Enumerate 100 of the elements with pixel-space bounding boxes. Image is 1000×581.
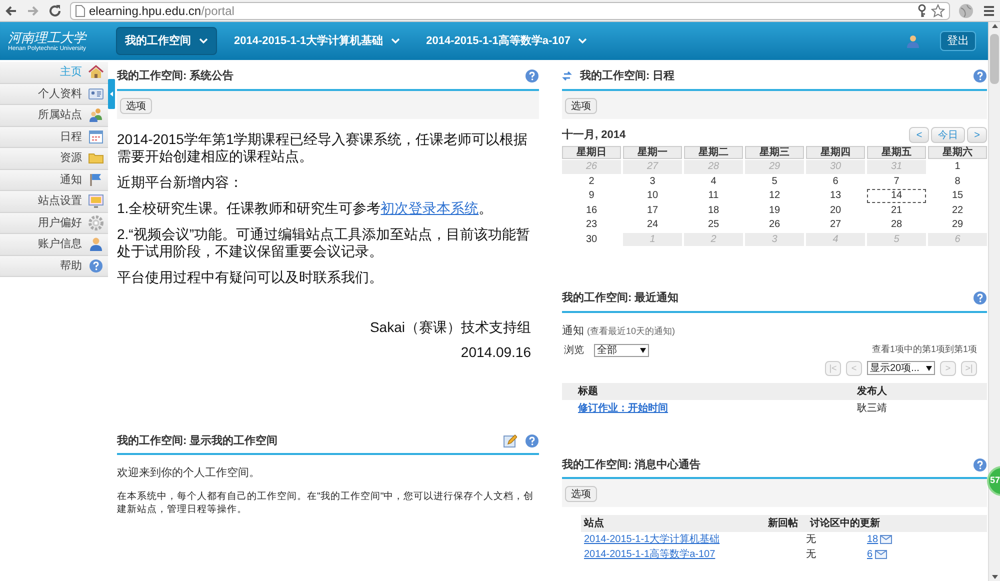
notice-link[interactable]: 修订作业：开始时间 <box>578 402 668 414</box>
calendar-day[interactable]: 8 <box>928 174 987 188</box>
sidebar-item[interactable]: 站点设置 <box>0 191 108 212</box>
sidebar-item[interactable]: 日程 <box>0 126 108 148</box>
calendar-day[interactable]: 27 <box>806 218 865 232</box>
column-header: 讨论区中的更新 <box>808 516 880 531</box>
calendar-day[interactable]: 13 <box>806 189 865 202</box>
sidebar-item[interactable]: 帮助 <box>0 256 108 277</box>
collapse-tab-icon[interactable] <box>108 79 115 109</box>
calendar-day[interactable]: 9 <box>562 189 621 202</box>
weekday-header: 星期一 <box>623 146 682 159</box>
calendar-day[interactable]: 20 <box>806 204 865 217</box>
sidebar-item[interactable]: 账户信息 <box>0 234 108 256</box>
calendar-day[interactable]: 24 <box>623 218 682 232</box>
calendar-day[interactable]: 15 <box>928 189 987 202</box>
address-bar[interactable]: elearning.hpu.edu.cn/portal <box>70 2 950 20</box>
panel-title: 我的工作空间: 消息中心通告 <box>562 458 701 472</box>
options-button[interactable]: 选项 <box>565 98 597 114</box>
calendar-day[interactable]: 25 <box>684 218 743 232</box>
calendar-day[interactable]: 21 <box>867 204 926 217</box>
site-link[interactable]: 2014-2015-1-1大学计算机基础 <box>584 534 720 545</box>
calendar-day[interactable]: 6 <box>806 174 865 188</box>
panel-title: 我的工作空间: 最近通知 <box>562 290 679 306</box>
scrollbar-thumb[interactable] <box>990 34 999 84</box>
weekday-header: 星期六 <box>928 146 987 159</box>
options-button[interactable]: 选项 <box>565 486 597 502</box>
column-header: 站点 <box>582 516 605 531</box>
user-icon[interactable] <box>906 34 920 48</box>
refresh-icon[interactable] <box>562 70 572 82</box>
sidebar-item[interactable]: 用户偏好 <box>0 212 108 234</box>
help-icon[interactable] <box>525 69 539 84</box>
sidebar-item[interactable]: 个人资料 <box>0 84 108 105</box>
dropdown-icon <box>640 348 646 353</box>
forward-icon[interactable] <box>26 4 40 18</box>
site-link[interactable]: 2014-2015-1-1高等数学a-107 <box>584 549 716 560</box>
calendar-day[interactable]: 11 <box>684 189 743 202</box>
calendar-day[interactable]: 26 <box>745 218 804 232</box>
weekday-header: 星期五 <box>867 146 926 159</box>
gear-icon <box>88 214 104 231</box>
reload-icon[interactable] <box>48 4 62 18</box>
help-icon[interactable] <box>973 291 987 306</box>
key-icon[interactable] <box>917 4 927 18</box>
sidebar-item[interactable]: 通知 <box>0 170 108 191</box>
logout-button[interactable]: 登出 <box>940 31 976 51</box>
calendar-day[interactable]: 5 <box>745 174 804 188</box>
month-label: 十一月, 2014 <box>562 128 626 142</box>
calendar-day[interactable]: 10 <box>623 189 682 202</box>
globe-icon[interactable] <box>958 2 974 18</box>
paragraph: 平台使用过程中有疑问可以及时联系我们。 <box>117 268 384 286</box>
calendar-day[interactable]: 7 <box>867 174 926 188</box>
panel-title: 我的工作空间: 日程 <box>580 68 675 84</box>
sidebar-item[interactable]: 所属站点 <box>0 105 108 126</box>
calendar-day[interactable]: 1 <box>928 160 987 174</box>
scroll-down-icon[interactable] <box>990 573 998 581</box>
nav-tab[interactable]: 我的工作空间 <box>116 27 217 55</box>
calendar-day[interactable]: 2 <box>562 174 621 188</box>
calendar-day[interactable]: 4 <box>684 174 743 188</box>
column-header: 标题 <box>576 384 599 398</box>
menu-icon[interactable] <box>982 4 996 18</box>
table-cell-text: 无 <box>805 548 817 562</box>
calendar-day[interactable]: 28 <box>867 218 926 232</box>
help-icon[interactable] <box>525 434 539 448</box>
calendar-day[interactable]: 17 <box>623 204 682 217</box>
column-header: 新回帖 <box>767 516 798 531</box>
table-cell-text: 耿三靖 <box>857 402 887 416</box>
flag-icon <box>88 172 104 188</box>
help-icon[interactable] <box>973 69 987 84</box>
people-icon <box>88 107 104 124</box>
star-icon[interactable] <box>931 4 945 18</box>
mail-icon[interactable] <box>874 550 887 559</box>
edit-icon[interactable] <box>503 434 517 448</box>
calendar-icon <box>88 128 104 145</box>
id-card-icon <box>88 86 104 102</box>
calendar-day[interactable]: 29 <box>928 218 987 232</box>
date-text: 2014.09.16 <box>460 344 531 360</box>
link[interactable]: 初次登录本系统 <box>380 200 479 216</box>
calendar-day[interactable]: 30 <box>562 232 621 246</box>
scrollbar[interactable] <box>988 22 1000 581</box>
panel-title: 我的工作空间: 显示我的工作空间 <box>117 434 278 448</box>
calendar-day[interactable]: 3 <box>623 174 682 188</box>
updates-link[interactable]: 6 <box>867 547 873 562</box>
calendar-day[interactable]: 19 <box>745 204 804 217</box>
nav-tab[interactable]: 2014-2015-1-1高等数学a-107 <box>417 27 596 55</box>
back-icon[interactable] <box>4 4 18 18</box>
chevron-down-icon <box>578 38 588 44</box>
options-button[interactable]: 选项 <box>120 98 152 114</box>
help-icon[interactable] <box>973 458 987 472</box>
paging-text: 查看1项中的第1项到第1项 <box>872 343 977 356</box>
calendar-day[interactable]: 12 <box>745 189 804 202</box>
calendar-day[interactable]: 14 <box>867 189 926 202</box>
calendar-day[interactable]: 23 <box>562 218 621 232</box>
nav-tab[interactable]: 2014-2015-1-1大学计算机基础 <box>225 27 410 55</box>
calendar-day[interactable]: 16 <box>562 204 621 217</box>
updates-link[interactable]: 18 <box>867 532 878 547</box>
view-select[interactable]: 全部 <box>594 344 649 357</box>
calendar-day[interactable]: 22 <box>928 204 987 217</box>
calendar-day[interactable]: 18 <box>684 204 743 217</box>
page-size-select[interactable]: 显示20项... <box>867 361 935 375</box>
mail-icon[interactable] <box>880 535 892 544</box>
sidebar-item[interactable]: 资源 <box>0 148 108 170</box>
